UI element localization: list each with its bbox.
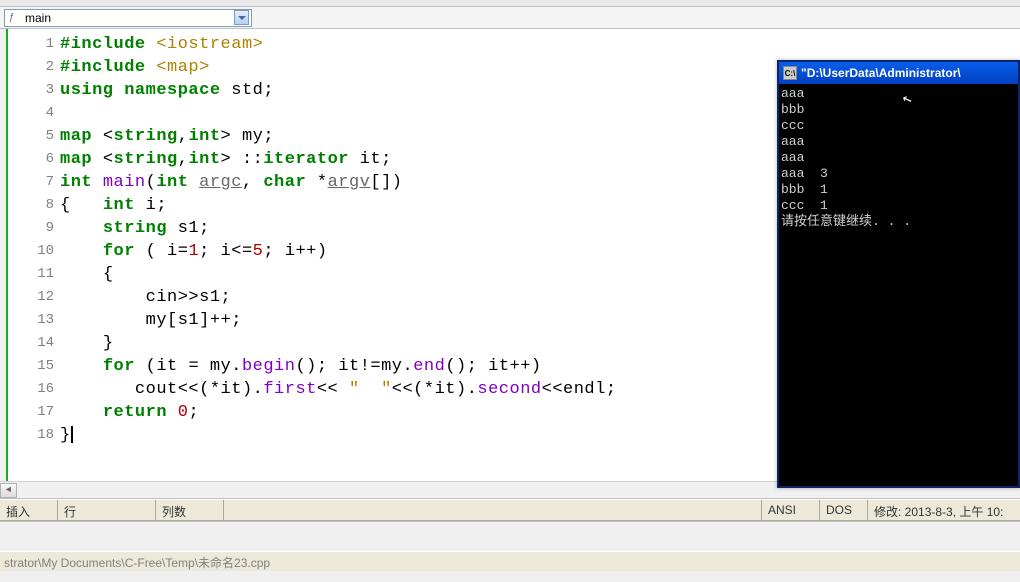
status-spacer	[224, 500, 762, 520]
status-col: 列数	[156, 500, 224, 520]
scope-dropdown[interactable]: ƒ main	[4, 9, 252, 27]
status-line: 行	[58, 500, 156, 520]
line-gutter: 123456789101112131415161718	[8, 29, 60, 498]
line-number: 7	[8, 171, 54, 194]
console-title-text: "D:\UserData\Administrator\	[801, 66, 961, 80]
line-number: 11	[8, 263, 54, 286]
line-number: 3	[8, 79, 54, 102]
breadcrumb-path: strator\My Documents\C-Free\Temp\未命名23.c…	[0, 551, 1020, 571]
line-number: 8	[8, 194, 54, 217]
scope-label: main	[25, 11, 51, 25]
line-number: 1	[8, 33, 54, 56]
function-icon: ƒ	[9, 12, 21, 24]
code-line[interactable]: #include <iostream>	[60, 33, 1020, 56]
scope-bar: ƒ main	[0, 7, 1020, 29]
line-number: 6	[8, 148, 54, 171]
chevron-down-icon[interactable]	[234, 10, 249, 25]
line-number: 17	[8, 401, 54, 424]
line-number: 15	[8, 355, 54, 378]
line-number: 12	[8, 286, 54, 309]
cmd-icon: C:\	[783, 66, 797, 80]
console-titlebar[interactable]: C:\ "D:\UserData\Administrator\	[779, 62, 1018, 84]
line-number: 2	[8, 56, 54, 79]
line-number: 10	[8, 240, 54, 263]
scroll-left-button[interactable]: ◄	[0, 483, 17, 498]
toolbar-top	[0, 0, 1020, 7]
status-bar: 插入 行 列数 ANSI DOS 修改: 2013-8-3, 上午 10:	[0, 499, 1020, 521]
line-number: 16	[8, 378, 54, 401]
line-number: 18	[8, 424, 54, 447]
bottom-panel	[0, 521, 1020, 551]
line-number: 14	[8, 332, 54, 355]
console-output: aaa bbb ccc aaa aaa aaa 3 bbb 1 ccc 1 请按…	[779, 84, 1018, 486]
status-encoding: ANSI	[762, 500, 820, 520]
line-number: 9	[8, 217, 54, 240]
status-eol: DOS	[820, 500, 868, 520]
line-number: 4	[8, 102, 54, 125]
status-insert: 插入	[0, 500, 58, 520]
line-number: 5	[8, 125, 54, 148]
console-window[interactable]: C:\ "D:\UserData\Administrator\ aaa bbb …	[777, 60, 1020, 488]
line-number: 13	[8, 309, 54, 332]
status-modified: 修改: 2013-8-3, 上午 10:	[868, 500, 1020, 520]
margin-strip	[0, 29, 8, 498]
